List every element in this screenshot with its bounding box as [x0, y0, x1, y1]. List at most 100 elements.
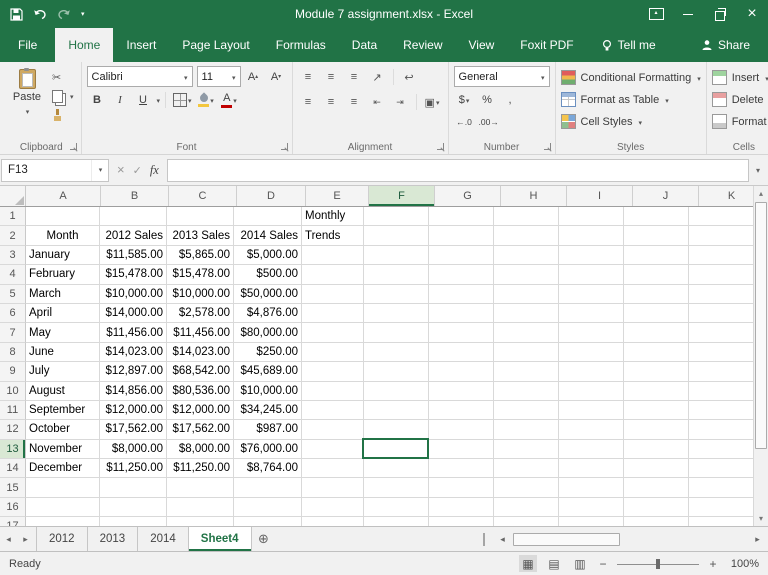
- cell-C13[interactable]: $8,000.00: [167, 439, 234, 460]
- row-header-2[interactable]: 2: [0, 226, 26, 246]
- cell-H11[interactable]: [494, 400, 559, 421]
- cell-H17[interactable]: [494, 517, 559, 526]
- row-header-10[interactable]: 10: [0, 381, 26, 401]
- cell-C15[interactable]: [167, 478, 234, 498]
- borders-button[interactable]: [171, 91, 194, 109]
- insert-cells-button[interactable]: Insert: [711, 69, 768, 86]
- cell-E9[interactable]: [302, 362, 364, 382]
- enter-icon[interactable]: [133, 163, 142, 177]
- cell-F5[interactable]: [364, 284, 429, 304]
- cell-G10[interactable]: [429, 381, 494, 401]
- cell-E15[interactable]: [302, 478, 364, 498]
- cell-K11[interactable]: [689, 400, 754, 421]
- cell-G9[interactable]: [429, 362, 494, 382]
- cell-I13[interactable]: [559, 439, 624, 460]
- copy-button[interactable]: [52, 89, 74, 103]
- cell-F8[interactable]: [364, 342, 429, 363]
- cell-G16[interactable]: [429, 497, 494, 518]
- zoom-in-button[interactable]: +: [707, 557, 719, 571]
- row-header-7[interactable]: 7: [0, 323, 26, 343]
- cell-A16[interactable]: [26, 497, 100, 518]
- zoom-slider[interactable]: [617, 557, 699, 571]
- cell-A4[interactable]: February: [26, 265, 100, 285]
- col-header-K[interactable]: K: [699, 186, 754, 206]
- cell-F14[interactable]: [364, 459, 429, 479]
- cell-J14[interactable]: [624, 459, 689, 479]
- clipboard-dialog-launcher[interactable]: [69, 143, 78, 151]
- cell-B4[interactable]: $15,478.00: [100, 265, 167, 285]
- cell-K3[interactable]: [689, 245, 754, 266]
- cell-E11[interactable]: [302, 400, 364, 421]
- cell-K16[interactable]: [689, 497, 754, 518]
- cell-K8[interactable]: [689, 342, 754, 363]
- cell-C8[interactable]: $14,023.00: [167, 342, 234, 363]
- cell-C17[interactable]: [167, 517, 234, 526]
- cell-H8[interactable]: [494, 342, 559, 363]
- cell-H12[interactable]: [494, 420, 559, 440]
- increase-decimal-button[interactable]: ←.0: [454, 113, 475, 131]
- cell-B14[interactable]: $11,250.00: [100, 459, 167, 479]
- cell-I14[interactable]: [559, 459, 624, 479]
- align-right-button[interactable]: ≡: [344, 93, 365, 111]
- cell-styles-button[interactable]: Cell Styles: [560, 113, 701, 130]
- alignment-dialog-launcher[interactable]: [436, 143, 445, 151]
- cell-A8[interactable]: June: [26, 342, 100, 363]
- cell-D11[interactable]: $34,245.00: [234, 400, 302, 421]
- row-header-13[interactable]: 13: [0, 439, 26, 460]
- hscroll-left-button[interactable]: [494, 534, 511, 545]
- ribbon-tab-formulas[interactable]: Formulas: [263, 28, 339, 62]
- insert-function-button[interactable]: fx: [150, 163, 159, 178]
- cell-I11[interactable]: [559, 400, 624, 421]
- cell-K17[interactable]: [689, 517, 754, 526]
- cell-E7[interactable]: [302, 323, 364, 343]
- cell-D14[interactable]: $8,764.00: [234, 459, 302, 479]
- bold-button[interactable]: B: [87, 91, 108, 109]
- cell-J5[interactable]: [624, 284, 689, 304]
- cell-H5[interactable]: [494, 284, 559, 304]
- col-header-D[interactable]: D: [237, 186, 306, 206]
- cell-C16[interactable]: [167, 497, 234, 518]
- cell-A5[interactable]: March: [26, 284, 100, 304]
- cell-A1[interactable]: [26, 207, 100, 227]
- row-header-11[interactable]: 11: [0, 400, 26, 421]
- cell-B8[interactable]: $14,023.00: [100, 342, 167, 363]
- decrease-indent-button[interactable]: ⇤: [367, 93, 388, 111]
- cell-I1[interactable]: [559, 207, 624, 227]
- col-header-F[interactable]: F: [369, 186, 435, 206]
- ribbon-tab-insert[interactable]: Insert: [113, 28, 169, 62]
- increase-font-size-button[interactable]: A: [243, 68, 264, 86]
- cell-F11[interactable]: [364, 400, 429, 421]
- row-header-8[interactable]: 8: [0, 342, 26, 363]
- ribbon-tab-foxit-pdf[interactable]: Foxit PDF: [507, 28, 586, 62]
- sheet-scroll-left-button[interactable]: [0, 527, 17, 551]
- cell-H1[interactable]: [494, 207, 559, 227]
- cell-H2[interactable]: [494, 226, 559, 246]
- cell-G13[interactable]: [429, 439, 494, 460]
- cell-F1[interactable]: [364, 207, 429, 227]
- cell-E12[interactable]: [302, 420, 364, 440]
- cell-D7[interactable]: $80,000.00: [234, 323, 302, 343]
- row-header-14[interactable]: 14: [0, 459, 26, 479]
- row-header-1[interactable]: 1: [0, 207, 26, 227]
- cell-H14[interactable]: [494, 459, 559, 479]
- col-header-J[interactable]: J: [633, 186, 699, 206]
- italic-button[interactable]: I: [110, 91, 131, 109]
- row-header-16[interactable]: 16: [0, 497, 26, 518]
- cell-K14[interactable]: [689, 459, 754, 479]
- cell-J8[interactable]: [624, 342, 689, 363]
- ribbon-tab-data[interactable]: Data: [339, 28, 390, 62]
- cell-J16[interactable]: [624, 497, 689, 518]
- cell-B5[interactable]: $10,000.00: [100, 284, 167, 304]
- sheet-tab-2014[interactable]: 2014: [138, 527, 189, 551]
- col-header-G[interactable]: G: [435, 186, 501, 206]
- decrease-font-size-button[interactable]: A: [266, 68, 287, 86]
- tab-split-handle[interactable]: [483, 532, 491, 546]
- zoom-level[interactable]: 100%: [727, 558, 759, 570]
- cell-K5[interactable]: [689, 284, 754, 304]
- cell-D8[interactable]: $250.00: [234, 342, 302, 363]
- cell-E5[interactable]: [302, 284, 364, 304]
- cell-A3[interactable]: January: [26, 245, 100, 266]
- cell-A6[interactable]: April: [26, 303, 100, 324]
- wrap-text-button[interactable]: ↩: [399, 68, 420, 86]
- col-header-H[interactable]: H: [501, 186, 567, 206]
